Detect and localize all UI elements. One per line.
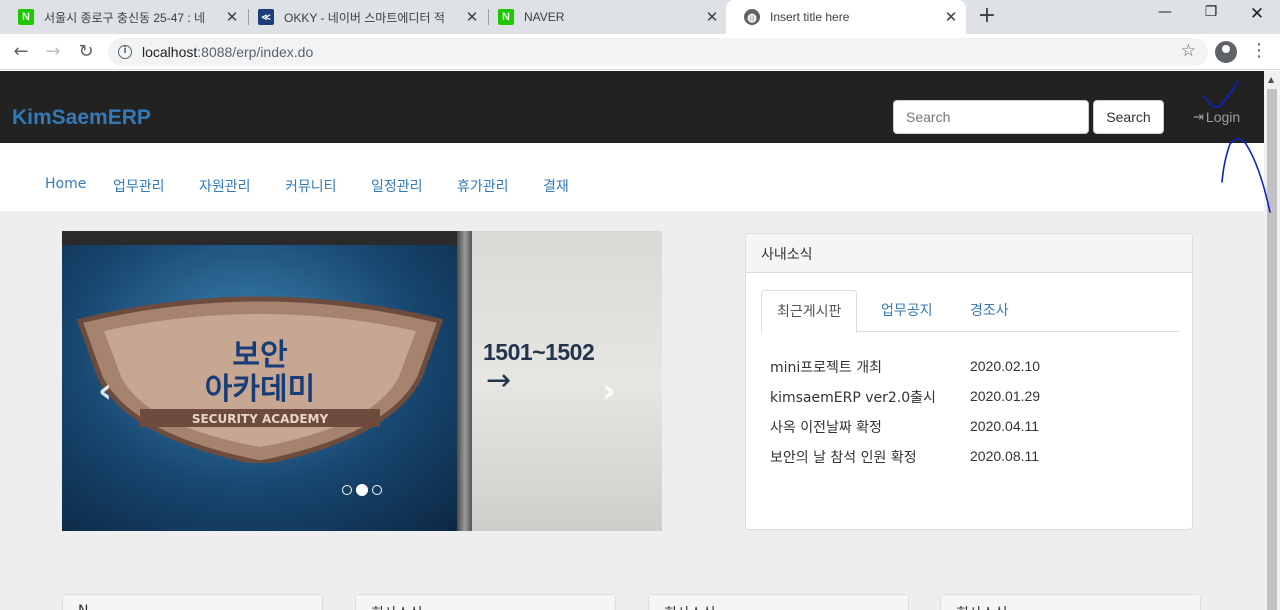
carousel-photo-door-frame (457, 231, 473, 531)
news-item[interactable]: 사옥 이전날짜 확정 2020.04.11 (770, 417, 1170, 437)
menu-vacation[interactable]: 휴가관리 (457, 176, 509, 196)
tab-work-notice[interactable]: 업무공지 (866, 290, 948, 332)
tab-title: NAVER (524, 10, 565, 24)
bottom-card: 회사소식 (648, 594, 909, 610)
carousel-photo-frame (62, 231, 472, 245)
carousel-indicator[interactable] (372, 485, 382, 495)
back-button[interactable]: ← (9, 40, 33, 64)
bottom-card: 회사소식 (355, 594, 616, 610)
carousel-indicators (342, 484, 382, 496)
card-title: 회사소식 (356, 595, 615, 610)
news-item-title: 사옥 이전날짜 확정 (770, 420, 882, 436)
tab-title: 서울시 종로구 충신동 25-47 : 네 (44, 10, 206, 25)
bookmark-star-icon[interactable]: ☆ (1181, 41, 1196, 61)
news-item-date: 2020.04.11 (970, 418, 1040, 434)
browser-tab-strip: N 서울시 종로구 충신동 25-47 : 네 ✕ ≪ OKKY - 네이버 스… (0, 0, 1280, 34)
news-tabs: 최근게시판 업무공지 경조사 (761, 290, 1179, 333)
news-item-title: kimsaemERP ver2.0출시 (770, 390, 936, 406)
annotation-scribble (1203, 81, 1271, 213)
image-carousel: 보안 아카데미 SECURITY ACADEMY 1501~1502 → ‹ › (62, 231, 662, 531)
menu-schedule[interactable]: 일정관리 (371, 176, 423, 196)
window-close-button[interactable]: ✕ (1234, 4, 1280, 26)
bottom-card: 회사소식 (940, 594, 1201, 610)
room-arrow: → (486, 363, 512, 398)
menu-resources[interactable]: 자원관리 (199, 176, 251, 196)
okky-icon: ≪ (258, 9, 274, 25)
close-tab-icon[interactable]: ✕ (463, 8, 481, 26)
info-icon[interactable]: i (118, 45, 132, 59)
room-number-sign: 1501~1502 (483, 339, 595, 365)
url-text: localhost:8088/erp/index.do (142, 44, 313, 60)
news-item-date: 2020.02.10 (970, 358, 1041, 374)
page-viewport: KimSaemERP Search ⇥ Login Home 업무관리 자원관리… (0, 71, 1264, 610)
new-tab-button[interactable]: + (976, 5, 998, 28)
site-navbar: KimSaemERP Search ⇥ Login (0, 71, 1264, 143)
url-host: localhost (142, 44, 198, 60)
shield-text-line1: 보안 (232, 338, 288, 373)
news-item-date: 2020.08.11 (970, 448, 1040, 464)
tab-recent-board[interactable]: 최근게시판 (761, 290, 858, 333)
search-button[interactable]: Search (1093, 100, 1164, 134)
menu-work[interactable]: 업무관리 (113, 176, 165, 196)
browser-menu-icon[interactable]: ⋮ (1250, 40, 1268, 61)
menu-home[interactable]: Home (45, 176, 86, 192)
naver-n-icon: N (18, 9, 34, 25)
carousel-indicator[interactable] (342, 485, 352, 495)
security-academy-shield: 보안 아카데미 SECURITY ACADEMY (76, 296, 444, 463)
card-title: 회사소식 (649, 595, 908, 610)
close-tab-icon[interactable]: ✕ (223, 8, 241, 26)
bottom-card: N (62, 594, 323, 610)
panel-title: 사내소식 (746, 234, 1192, 273)
forward-button[interactable]: → (41, 40, 65, 64)
tab-title: Insert title here (770, 10, 850, 24)
close-tab-icon[interactable]: ✕ (942, 8, 960, 26)
card-title: 회사소식 (941, 595, 1200, 610)
news-item-title: mini프로젝트 개최 (770, 360, 883, 376)
shield-text-line2: 아카데미 (205, 372, 315, 407)
main-menu: Home 업무관리 자원관리 커뮤니티 일정관리 휴가관리 결재 (0, 143, 1264, 211)
search-input[interactable] (893, 100, 1089, 134)
account-icon[interactable] (1215, 41, 1237, 63)
news-item[interactable]: 보안의 날 참석 인원 확정 2020.08.11 (770, 447, 1170, 467)
globe-icon: ◍ (744, 9, 760, 25)
url-path: :8088/erp/index.do (197, 44, 314, 60)
naver-n-icon: N (498, 9, 514, 25)
site-brand[interactable]: KimSaemERP (12, 106, 151, 130)
carousel-prev-button[interactable]: ‹ (98, 371, 112, 411)
company-news-panel: 사내소식 최근게시판 업무공지 경조사 mini프로젝트 개최 2020.02.… (745, 233, 1193, 530)
close-tab-icon[interactable]: ✕ (703, 8, 721, 26)
news-item-title: 보안의 날 참석 인원 확정 (770, 450, 917, 466)
reload-button[interactable]: ↻ (74, 40, 98, 64)
carousel-next-button[interactable]: › (602, 371, 616, 411)
menu-approval[interactable]: 결재 (543, 176, 569, 196)
browser-tab-naver-map[interactable]: N 서울시 종로구 충신동 25-47 : 네 ✕ (0, 0, 247, 34)
minimize-button[interactable]: — (1142, 4, 1188, 26)
browser-tab-insert-title[interactable]: ◍ Insert title here ✕ (726, 0, 966, 34)
address-bar[interactable]: i localhost:8088/erp/index.do ☆ (108, 38, 1208, 66)
news-item[interactable]: mini프로젝트 개최 2020.02.10 (770, 357, 1170, 377)
shield-band-text: SECURITY ACADEMY (192, 412, 329, 426)
browser-tab-naver[interactable]: N NAVER ✕ (480, 0, 727, 34)
tab-family-events[interactable]: 경조사 (955, 290, 1024, 332)
tab-title: OKKY - 네이버 스마트에디터 적 (284, 10, 445, 25)
browser-toolbar: ← → ↻ i localhost:8088/erp/index.do ☆ ⋮ (0, 34, 1280, 70)
carousel-indicator-active[interactable] (356, 484, 368, 496)
news-item-date: 2020.01.29 (970, 388, 1041, 404)
news-item[interactable]: kimsaemERP ver2.0출시 2020.01.29 (770, 387, 1170, 407)
browser-tab-okky[interactable]: ≪ OKKY - 네이버 스마트에디터 적 ✕ (240, 0, 487, 34)
restore-button[interactable]: ❐ (1188, 4, 1234, 26)
card-title: N (63, 595, 322, 610)
menu-community[interactable]: 커뮤니티 (285, 176, 337, 196)
